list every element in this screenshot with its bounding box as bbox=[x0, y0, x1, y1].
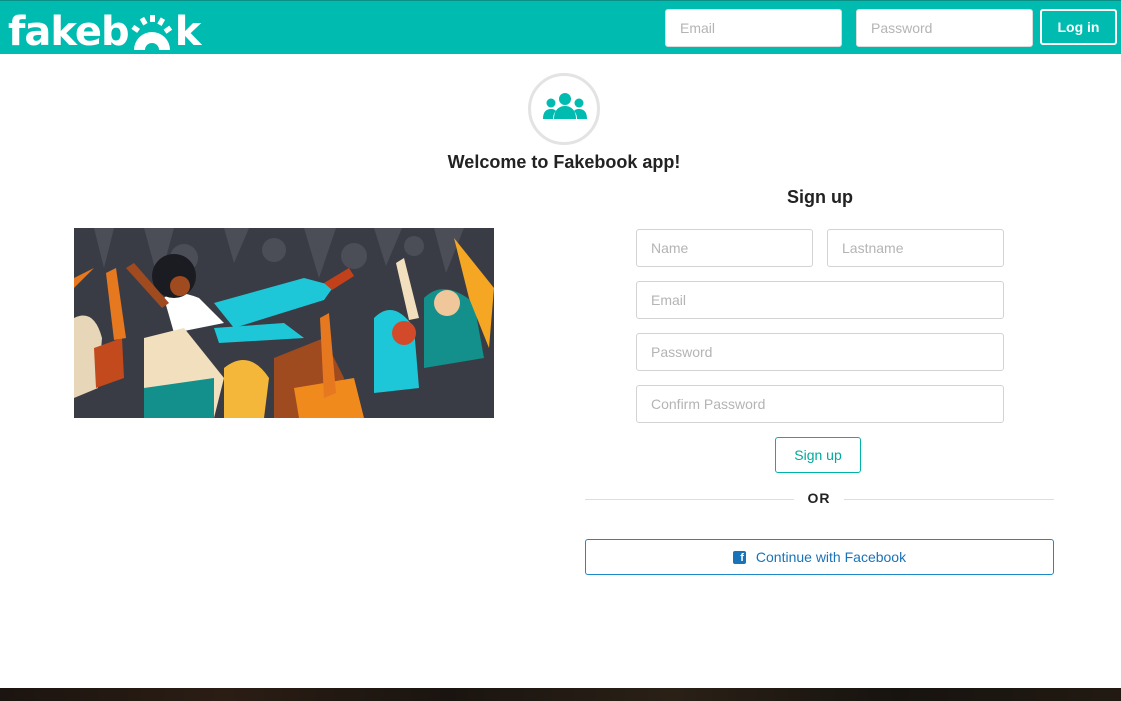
top-navbar: fakeb k Log in bbox=[0, 0, 1121, 54]
login-button[interactable]: Log in bbox=[1040, 9, 1117, 45]
lastname-input[interactable] bbox=[827, 229, 1004, 267]
bottom-background-strip bbox=[0, 688, 1121, 701]
fakebook-logo[interactable]: fakeb k bbox=[8, 8, 201, 52]
facebook-button-label: Continue with Facebook bbox=[755, 549, 907, 565]
header-password-input[interactable] bbox=[856, 9, 1033, 47]
divider-right bbox=[844, 499, 1054, 500]
password-input[interactable] bbox=[636, 333, 1004, 371]
continue-with-facebook-button[interactable]: f Continue with Facebook bbox=[585, 539, 1054, 575]
users-group-icon bbox=[543, 93, 587, 119]
welcome-heading: Welcome to Fakebook app! bbox=[447, 152, 681, 172]
name-input[interactable] bbox=[636, 229, 813, 267]
divider-left bbox=[585, 499, 794, 500]
crowd-surfing-illustration bbox=[74, 228, 494, 418]
confirm-password-input[interactable] bbox=[636, 385, 1004, 423]
users-avatar bbox=[528, 73, 600, 145]
header-email-input[interactable] bbox=[665, 9, 842, 47]
signup-heading: Sign up bbox=[787, 187, 853, 207]
signup-button[interactable]: Sign up bbox=[775, 437, 861, 473]
gear-icon bbox=[130, 12, 174, 52]
email-input[interactable] bbox=[636, 281, 1004, 319]
facebook-icon: f bbox=[732, 550, 746, 564]
or-separator: OR bbox=[807, 490, 831, 506]
